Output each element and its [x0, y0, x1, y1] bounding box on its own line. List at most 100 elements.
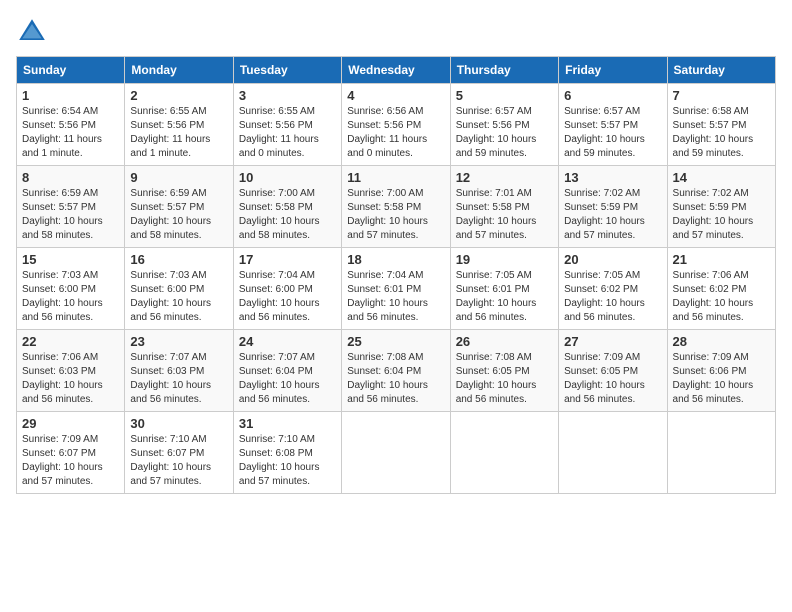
weekday-friday: Friday — [559, 57, 667, 84]
day-number: 12 — [456, 170, 553, 185]
calendar-cell: 18 Sunrise: 7:04 AM Sunset: 6:01 PM Dayl… — [342, 248, 450, 330]
calendar-cell: 21 Sunrise: 7:06 AM Sunset: 6:02 PM Dayl… — [667, 248, 775, 330]
day-info: Sunrise: 7:09 AM Sunset: 6:05 PM Dayligh… — [564, 351, 661, 407]
day-number: 1 — [22, 88, 119, 103]
calendar-cell: 5 Sunrise: 6:57 AM Sunset: 5:56 PM Dayli… — [450, 84, 558, 166]
calendar-cell: 27 Sunrise: 7:09 AM Sunset: 6:05 PM Dayl… — [559, 330, 667, 412]
day-number: 2 — [130, 88, 227, 103]
calendar-cell: 3 Sunrise: 6:55 AM Sunset: 5:56 PM Dayli… — [233, 84, 341, 166]
day-number: 8 — [22, 170, 119, 185]
day-info: Sunrise: 7:04 AM Sunset: 6:00 PM Dayligh… — [239, 269, 336, 325]
day-info: Sunrise: 7:10 AM Sunset: 6:07 PM Dayligh… — [130, 433, 227, 489]
day-info: Sunrise: 7:05 AM Sunset: 6:02 PM Dayligh… — [564, 269, 661, 325]
day-info: Sunrise: 7:08 AM Sunset: 6:04 PM Dayligh… — [347, 351, 444, 407]
calendar-cell: 26 Sunrise: 7:08 AM Sunset: 6:05 PM Dayl… — [450, 330, 558, 412]
day-number: 17 — [239, 252, 336, 267]
calendar-cell: 30 Sunrise: 7:10 AM Sunset: 6:07 PM Dayl… — [125, 412, 233, 494]
page-header — [16, 16, 776, 48]
day-info: Sunrise: 6:55 AM Sunset: 5:56 PM Dayligh… — [239, 105, 336, 161]
day-info: Sunrise: 7:04 AM Sunset: 6:01 PM Dayligh… — [347, 269, 444, 325]
weekday-tuesday: Tuesday — [233, 57, 341, 84]
calendar-cell — [559, 412, 667, 494]
calendar-week-3: 15 Sunrise: 7:03 AM Sunset: 6:00 PM Dayl… — [17, 248, 776, 330]
day-info: Sunrise: 7:10 AM Sunset: 6:08 PM Dayligh… — [239, 433, 336, 489]
day-info: Sunrise: 7:02 AM Sunset: 5:59 PM Dayligh… — [673, 187, 770, 243]
calendar-cell: 28 Sunrise: 7:09 AM Sunset: 6:06 PM Dayl… — [667, 330, 775, 412]
calendar-week-1: 1 Sunrise: 6:54 AM Sunset: 5:56 PM Dayli… — [17, 84, 776, 166]
day-number: 19 — [456, 252, 553, 267]
day-info: Sunrise: 6:59 AM Sunset: 5:57 PM Dayligh… — [22, 187, 119, 243]
calendar-cell: 16 Sunrise: 7:03 AM Sunset: 6:00 PM Dayl… — [125, 248, 233, 330]
day-info: Sunrise: 6:56 AM Sunset: 5:56 PM Dayligh… — [347, 105, 444, 161]
day-info: Sunrise: 6:54 AM Sunset: 5:56 PM Dayligh… — [22, 105, 119, 161]
day-number: 6 — [564, 88, 661, 103]
day-number: 24 — [239, 334, 336, 349]
calendar-cell: 24 Sunrise: 7:07 AM Sunset: 6:04 PM Dayl… — [233, 330, 341, 412]
calendar-cell: 25 Sunrise: 7:08 AM Sunset: 6:04 PM Dayl… — [342, 330, 450, 412]
day-number: 14 — [673, 170, 770, 185]
calendar-cell: 22 Sunrise: 7:06 AM Sunset: 6:03 PM Dayl… — [17, 330, 125, 412]
day-info: Sunrise: 7:01 AM Sunset: 5:58 PM Dayligh… — [456, 187, 553, 243]
calendar-header: SundayMondayTuesdayWednesdayThursdayFrid… — [17, 57, 776, 84]
day-number: 26 — [456, 334, 553, 349]
day-info: Sunrise: 7:00 AM Sunset: 5:58 PM Dayligh… — [347, 187, 444, 243]
day-number: 3 — [239, 88, 336, 103]
day-number: 31 — [239, 416, 336, 431]
weekday-sunday: Sunday — [17, 57, 125, 84]
calendar-cell: 8 Sunrise: 6:59 AM Sunset: 5:57 PM Dayli… — [17, 166, 125, 248]
calendar-week-2: 8 Sunrise: 6:59 AM Sunset: 5:57 PM Dayli… — [17, 166, 776, 248]
calendar-cell: 7 Sunrise: 6:58 AM Sunset: 5:57 PM Dayli… — [667, 84, 775, 166]
calendar-cell: 12 Sunrise: 7:01 AM Sunset: 5:58 PM Dayl… — [450, 166, 558, 248]
day-info: Sunrise: 7:09 AM Sunset: 6:07 PM Dayligh… — [22, 433, 119, 489]
calendar-body: 1 Sunrise: 6:54 AM Sunset: 5:56 PM Dayli… — [17, 84, 776, 494]
day-info: Sunrise: 7:08 AM Sunset: 6:05 PM Dayligh… — [456, 351, 553, 407]
calendar-cell: 14 Sunrise: 7:02 AM Sunset: 5:59 PM Dayl… — [667, 166, 775, 248]
day-info: Sunrise: 7:03 AM Sunset: 6:00 PM Dayligh… — [22, 269, 119, 325]
day-number: 28 — [673, 334, 770, 349]
weekday-wednesday: Wednesday — [342, 57, 450, 84]
day-info: Sunrise: 7:06 AM Sunset: 6:02 PM Dayligh… — [673, 269, 770, 325]
day-info: Sunrise: 7:00 AM Sunset: 5:58 PM Dayligh… — [239, 187, 336, 243]
calendar-cell: 20 Sunrise: 7:05 AM Sunset: 6:02 PM Dayl… — [559, 248, 667, 330]
day-info: Sunrise: 6:59 AM Sunset: 5:57 PM Dayligh… — [130, 187, 227, 243]
day-info: Sunrise: 6:58 AM Sunset: 5:57 PM Dayligh… — [673, 105, 770, 161]
day-number: 10 — [239, 170, 336, 185]
day-number: 4 — [347, 88, 444, 103]
calendar-cell: 31 Sunrise: 7:10 AM Sunset: 6:08 PM Dayl… — [233, 412, 341, 494]
logo-icon — [16, 16, 48, 48]
weekday-saturday: Saturday — [667, 57, 775, 84]
calendar-cell — [342, 412, 450, 494]
day-number: 16 — [130, 252, 227, 267]
day-number: 23 — [130, 334, 227, 349]
day-info: Sunrise: 6:57 AM Sunset: 5:56 PM Dayligh… — [456, 105, 553, 161]
day-number: 30 — [130, 416, 227, 431]
day-number: 25 — [347, 334, 444, 349]
day-number: 18 — [347, 252, 444, 267]
day-number: 11 — [347, 170, 444, 185]
day-info: Sunrise: 7:07 AM Sunset: 6:03 PM Dayligh… — [130, 351, 227, 407]
day-number: 22 — [22, 334, 119, 349]
day-number: 5 — [456, 88, 553, 103]
calendar-cell: 11 Sunrise: 7:00 AM Sunset: 5:58 PM Dayl… — [342, 166, 450, 248]
calendar-table: SundayMondayTuesdayWednesdayThursdayFrid… — [16, 56, 776, 494]
day-info: Sunrise: 7:03 AM Sunset: 6:00 PM Dayligh… — [130, 269, 227, 325]
weekday-thursday: Thursday — [450, 57, 558, 84]
day-info: Sunrise: 7:06 AM Sunset: 6:03 PM Dayligh… — [22, 351, 119, 407]
day-info: Sunrise: 7:02 AM Sunset: 5:59 PM Dayligh… — [564, 187, 661, 243]
day-info: Sunrise: 7:09 AM Sunset: 6:06 PM Dayligh… — [673, 351, 770, 407]
weekday-header-row: SundayMondayTuesdayWednesdayThursdayFrid… — [17, 57, 776, 84]
day-number: 7 — [673, 88, 770, 103]
calendar-cell: 23 Sunrise: 7:07 AM Sunset: 6:03 PM Dayl… — [125, 330, 233, 412]
day-number: 20 — [564, 252, 661, 267]
calendar-cell: 1 Sunrise: 6:54 AM Sunset: 5:56 PM Dayli… — [17, 84, 125, 166]
calendar-cell: 29 Sunrise: 7:09 AM Sunset: 6:07 PM Dayl… — [17, 412, 125, 494]
day-number: 21 — [673, 252, 770, 267]
calendar-cell: 6 Sunrise: 6:57 AM Sunset: 5:57 PM Dayli… — [559, 84, 667, 166]
calendar-cell: 4 Sunrise: 6:56 AM Sunset: 5:56 PM Dayli… — [342, 84, 450, 166]
calendar-cell: 19 Sunrise: 7:05 AM Sunset: 6:01 PM Dayl… — [450, 248, 558, 330]
calendar-cell: 13 Sunrise: 7:02 AM Sunset: 5:59 PM Dayl… — [559, 166, 667, 248]
day-number: 15 — [22, 252, 119, 267]
calendar-cell: 10 Sunrise: 7:00 AM Sunset: 5:58 PM Dayl… — [233, 166, 341, 248]
calendar-cell: 2 Sunrise: 6:55 AM Sunset: 5:56 PM Dayli… — [125, 84, 233, 166]
day-number: 27 — [564, 334, 661, 349]
